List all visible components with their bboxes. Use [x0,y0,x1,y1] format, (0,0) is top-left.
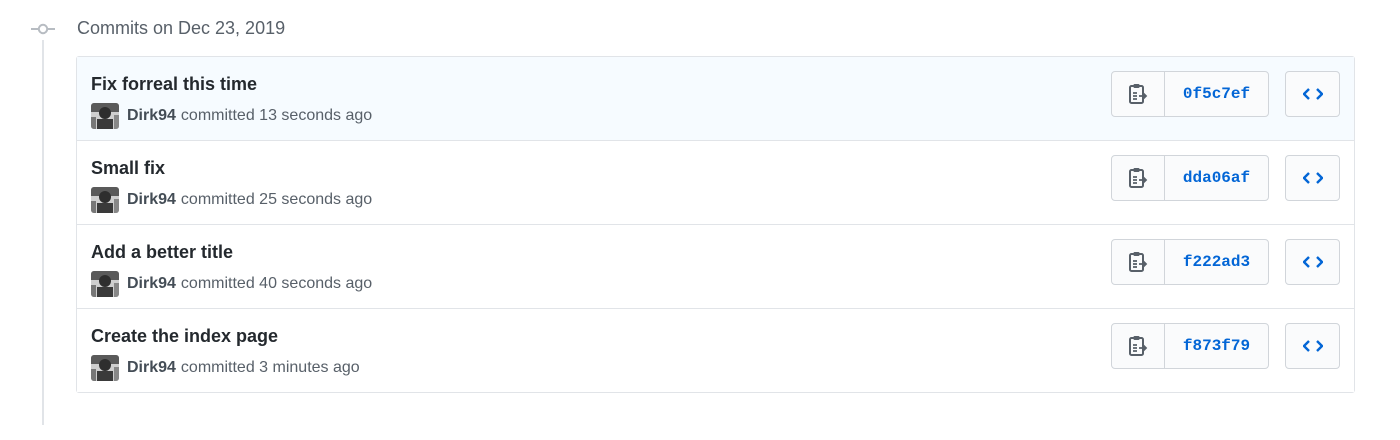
code-icon [1302,340,1323,352]
browse-repo-button[interactable] [1285,239,1340,285]
clipboard-icon [1129,252,1148,272]
commit-row: Create the index page Dirk94 committed 3… [77,308,1354,392]
copy-sha-button[interactable] [1112,240,1165,284]
commit-sha-link[interactable]: 0f5c7ef [1165,72,1268,116]
git-commit-icon [31,23,55,35]
copy-sha-button[interactable] [1112,72,1165,116]
commit-meta: Dirk94 committed 3 minutes ago [91,355,360,381]
commit-sha-link[interactable]: dda06af [1165,156,1268,200]
copy-sha-button[interactable] [1112,324,1165,368]
commit-meta: Dirk94 committed 13 seconds ago [91,103,372,129]
commit-actions: dda06af [1111,155,1340,201]
commit-action: committed [180,359,255,376]
commit-action: committed [180,191,255,208]
browse-repo-button[interactable] [1285,155,1340,201]
clipboard-icon [1129,168,1148,188]
commit-title-link[interactable]: Small fix [91,156,165,180]
commit-title-link[interactable]: Fix forreal this time [91,72,257,96]
commit-author-link[interactable]: Dirk94 [127,359,176,377]
commit-sha-link[interactable]: f873f79 [1165,324,1268,368]
commit-time: 13 seconds ago [259,107,373,124]
commit-actions: f222ad3 [1111,239,1340,285]
commit-author-link[interactable]: Dirk94 [127,191,176,209]
commit-action: committed [180,275,255,292]
sha-button-group: f222ad3 [1111,239,1269,285]
avatar[interactable] [91,355,119,381]
commit-meta: Dirk94 committed 40 seconds ago [91,271,372,297]
commit-author-link[interactable]: Dirk94 [127,107,176,125]
sha-button-group: 0f5c7ef [1111,71,1269,117]
browse-repo-button[interactable] [1285,323,1340,369]
avatar[interactable] [91,271,119,297]
commit-actions: f873f79 [1111,323,1340,369]
commit-row: Add a better title Dirk94 committed 40 s… [77,224,1354,308]
commit-action: committed [180,107,255,124]
code-icon [1302,88,1323,100]
sha-button-group: dda06af [1111,155,1269,201]
commit-list: Fix forreal this time Dirk94 committed 1… [76,56,1355,393]
commit-author-link[interactable]: Dirk94 [127,275,176,293]
timeline-line [42,40,44,425]
browse-repo-button[interactable] [1285,71,1340,117]
clipboard-icon [1129,336,1148,356]
commit-actions: 0f5c7ef [1111,71,1340,117]
avatar[interactable] [91,103,119,129]
copy-sha-button[interactable] [1112,156,1165,200]
commit-time: 25 seconds ago [259,191,373,208]
commit-time: 3 minutes ago [259,359,360,376]
commit-group-title: Commits on Dec 23, 2019 [77,18,286,38]
code-icon [1302,256,1323,268]
commit-row: Fix forreal this time Dirk94 committed 1… [77,57,1354,140]
clipboard-icon [1129,84,1148,104]
commit-title-link[interactable]: Add a better title [91,240,233,264]
sha-button-group: f873f79 [1111,323,1269,369]
code-icon [1302,172,1323,184]
avatar[interactable] [91,187,119,213]
commit-title-link[interactable]: Create the index page [91,324,278,348]
commit-meta: Dirk94 committed 25 seconds ago [91,187,372,213]
commit-row: Small fix Dirk94 committed 25 seconds ag… [77,140,1354,224]
commit-sha-link[interactable]: f222ad3 [1165,240,1268,284]
commit-time: 40 seconds ago [259,275,373,292]
